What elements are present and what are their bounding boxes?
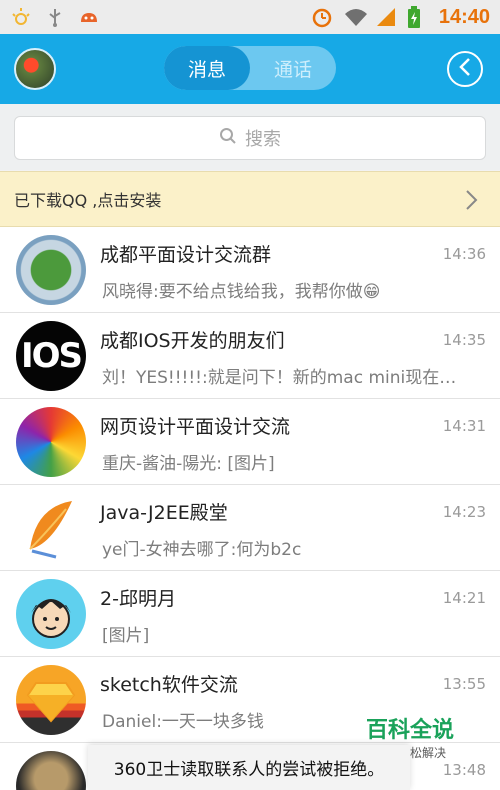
conversation-preview: [图片] <box>102 626 150 646</box>
conversation-time: 13:55 <box>442 675 486 693</box>
conversation-row[interactable]: IOS 成都IOS开发的朋友们 14:35 刘！YES!!!!!:就是问下！新的… <box>0 313 500 399</box>
search-input[interactable]: 搜索 <box>14 116 486 160</box>
group-avatar <box>16 751 86 790</box>
status-bar: 14:40 <box>0 0 500 34</box>
conversation-time: 14:23 <box>442 503 486 521</box>
sun-icon <box>10 6 32 28</box>
conversation-name: 网页设计平面设计交流 <box>100 416 291 438</box>
avatar-text: IOS <box>20 336 83 376</box>
conversation-time: 14:35 <box>442 331 486 349</box>
profile-avatar[interactable] <box>14 48 56 90</box>
toast-message: 360卫士读取联系人的尝试被拒绝。 <box>88 745 410 790</box>
conversation-preview: 刘！YES!!!!!:就是问下！新的mac mini现在… <box>102 368 457 388</box>
conversation-row[interactable]: Java-J2EE殿堂 14:23 ye门-女神去哪了:何为b2c <box>0 485 500 571</box>
group-avatar <box>16 235 86 305</box>
conversation-row[interactable]: 成都平面设计交流群 14:36 风晓得:要不给点钱给我，我帮你做😁 <box>0 227 500 313</box>
conversation-preview: 风晓得:要不给点钱给我，我帮你做😁 <box>102 282 381 302</box>
android-icon <box>78 6 100 28</box>
back-button[interactable] <box>447 51 483 87</box>
tab-messages[interactable]: 消息 <box>164 46 250 90</box>
conversation-time: 13:48 <box>442 761 486 779</box>
banner-text: 已下载QQ ,点击安装 <box>14 191 162 210</box>
install-qq-banner[interactable]: 已下载QQ ,点击安装 <box>0 171 500 227</box>
search-area: 搜索 <box>0 104 500 170</box>
group-avatar: IOS <box>16 321 86 391</box>
conversation-row[interactable]: 网页设计平面设计交流 14:31 重庆-酱油-陽光: [图片] <box>0 399 500 485</box>
conversation-time: 14:21 <box>442 589 486 607</box>
contact-avatar <box>16 579 86 649</box>
tab-switcher: 消息 通话 <box>164 46 336 90</box>
conversation-preview: ye门-女神去哪了:何为b2c <box>102 540 302 560</box>
app-header: 消息 通话 <box>0 34 500 104</box>
signal-icon <box>375 6 397 28</box>
group-avatar <box>16 493 86 563</box>
watermark-title: 百科全说 <box>365 718 454 743</box>
conversation-row[interactable]: 2-邱明月 14:21 [图片] <box>0 571 500 657</box>
conversation-name: sketch软件交流 <box>100 674 238 696</box>
conversation-name: 2-邱明月 <box>100 588 176 610</box>
conversation-list: 成都平面设计交流群 14:36 风晓得:要不给点钱给我，我帮你做😁 IOS 成都… <box>0 227 500 790</box>
alarm-icon <box>311 6 333 28</box>
wifi-icon <box>343 6 367 28</box>
clock: 14:40 <box>438 5 490 28</box>
feather-icon <box>29 501 72 559</box>
chevron-right-icon <box>464 189 478 215</box>
conversation-name: 成都平面设计交流群 <box>100 244 272 266</box>
conversation-time: 14:31 <box>442 417 486 435</box>
group-avatar <box>16 407 86 477</box>
search-placeholder: 搜索 <box>245 129 281 150</box>
conversation-name: 成都IOS开发的朋友们 <box>100 330 285 352</box>
conversation-name: Java-J2EE殿堂 <box>100 502 228 524</box>
group-avatar <box>16 665 86 735</box>
conversation-preview: 重庆-酱油-陽光: [图片] <box>102 454 275 474</box>
toast-text: 360卫士读取联系人的尝试被拒绝。 <box>113 760 385 780</box>
search-icon <box>219 127 237 150</box>
battery-icon <box>407 6 429 28</box>
conversation-time: 14:36 <box>442 245 486 263</box>
tab-calls[interactable]: 通话 <box>250 46 336 90</box>
usb-icon <box>44 6 66 28</box>
chevron-left-icon <box>458 57 472 81</box>
